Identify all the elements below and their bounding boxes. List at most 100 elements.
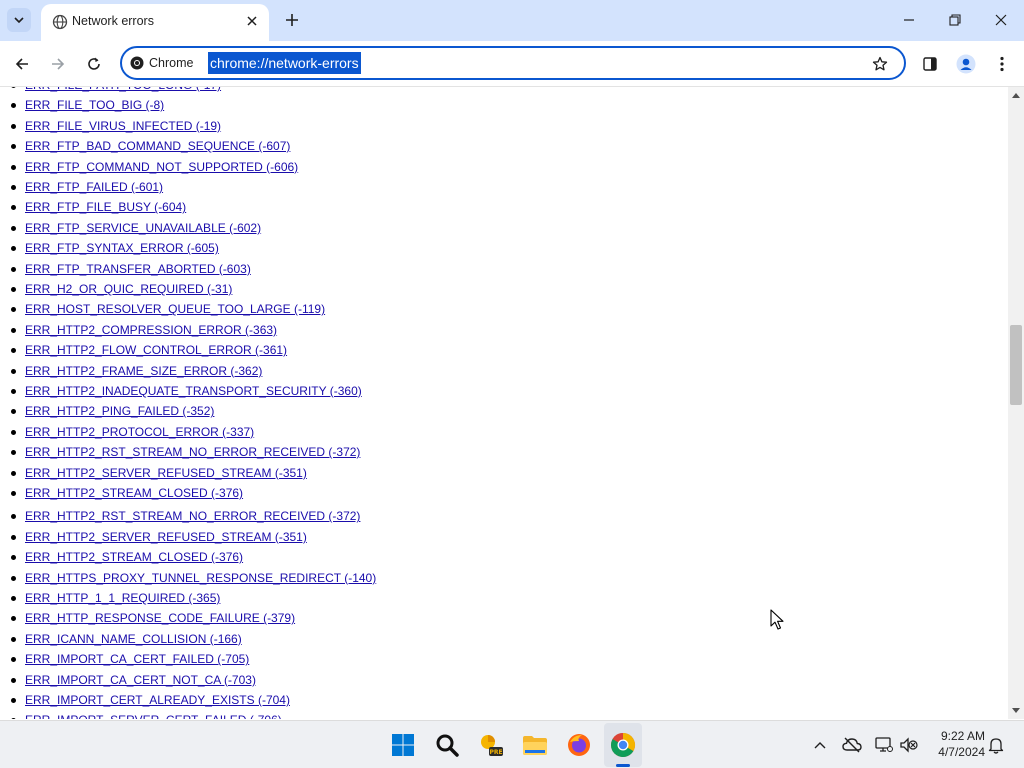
error-link[interactable]: ERR_FTP_FILE_BUSY (-604)	[25, 200, 186, 214]
error-link[interactable]: ERR_HOST_RESOLVER_QUEUE_TOO_LARGE (-119)	[25, 302, 325, 316]
bookmark-button[interactable]	[870, 54, 890, 74]
reload-button[interactable]	[81, 51, 107, 77]
error-list-item: ERR_ICANN_NAME_COLLISION (-166)	[11, 631, 242, 647]
network-button[interactable]	[874, 735, 894, 755]
error-list-item: ERR_HTTP2_INADEQUATE_TRANSPORT_SECURITY …	[11, 383, 362, 399]
file-explorer-button[interactable]	[520, 730, 550, 760]
close-icon	[247, 16, 257, 26]
error-link[interactable]: ERR_FILE_VIRUS_INFECTED (-19)	[25, 119, 221, 133]
profile-avatar-icon	[956, 54, 976, 74]
notifications-button[interactable]	[986, 735, 1006, 755]
tab-network-errors[interactable]: Network errors	[41, 4, 269, 41]
error-link[interactable]: ERR_HTTP2_PING_FAILED (-352)	[25, 404, 214, 418]
error-link[interactable]: ERR_HTTP2_STREAM_CLOSED (-376)	[25, 550, 243, 564]
caret-down-icon	[1012, 708, 1020, 713]
onedrive-button[interactable]	[842, 735, 862, 755]
error-link[interactable]: ERR_HTTP2_STREAM_CLOSED (-376)	[25, 486, 243, 500]
error-list-item: ERR_IMPORT_CA_CERT_FAILED (-705)	[10, 651, 249, 667]
taskbar: PRE 9:22 AM 4/7/2024	[0, 720, 1024, 768]
error-link[interactable]: ERR_FILE_PATH_TOO_LONG (-17)	[25, 87, 221, 92]
chrome-taskbar-button[interactable]	[608, 730, 638, 760]
restore-button[interactable]	[940, 6, 970, 34]
error-link[interactable]: ERR_HTTP2_SERVER_REFUSED_STREAM (-351)	[25, 466, 307, 480]
svg-text:PRE: PRE	[489, 749, 502, 756]
error-link[interactable]: ERR_FILE_TOO_BIG (-8)	[25, 98, 164, 112]
error-link[interactable]: ERR_HTTP2_INADEQUATE_TRANSPORT_SECURITY …	[25, 384, 362, 398]
error-list-item: ERR_FTP_COMMAND_NOT_SUPPORTED (-606)	[10, 159, 298, 175]
error-list-item: ERR_FTP_FILE_BUSY (-604)	[10, 199, 186, 215]
tab-close-button[interactable]	[243, 12, 261, 30]
error-list-item: ERR_H2_OR_QUIC_REQUIRED (-31)	[10, 281, 232, 297]
error-link[interactable]: ERR_FTP_TRANSFER_ABORTED (-603)	[25, 262, 251, 276]
site-chip-label: Chrome	[149, 56, 194, 70]
back-button[interactable]	[9, 51, 35, 77]
error-list-item: ERR_FILE_VIRUS_INFECTED (-19)	[10, 118, 221, 134]
firefox-icon	[568, 734, 590, 756]
error-link[interactable]: ERR_HTTP2_FRAME_SIZE_ERROR (-362)	[25, 364, 262, 378]
error-link[interactable]: ERR_HTTP2_FLOW_CONTROL_ERROR (-361)	[25, 343, 287, 357]
firefox-button[interactable]	[564, 730, 594, 760]
widgets-button[interactable]: PRE	[476, 730, 506, 760]
cloud-off-icon	[842, 737, 862, 753]
error-list-item: ERR_HOST_RESOLVER_QUEUE_TOO_LARGE (-119)	[10, 301, 325, 317]
error-link[interactable]: ERR_FTP_BAD_COMMAND_SEQUENCE (-607)	[25, 139, 290, 153]
active-app-indicator	[616, 764, 630, 767]
restore-icon	[949, 14, 961, 26]
error-link[interactable]: ERR_IMPORT_CERT_ALREADY_EXISTS (-704)	[25, 693, 290, 707]
error-link[interactable]: ERR_HTTP2_SERVER_REFUSED_STREAM (-351)	[25, 530, 307, 544]
address-bar[interactable]: Chrome chrome://network-errors	[120, 46, 906, 80]
windows-logo-icon	[392, 734, 414, 756]
search-icon	[436, 734, 459, 757]
volume-muted-icon	[900, 737, 918, 753]
error-link[interactable]: ERR_HTTP_1_1_REQUIRED (-365)	[25, 591, 220, 605]
forward-button[interactable]	[45, 51, 71, 77]
error-link[interactable]: ERR_IMPORT_CA_CERT_NOT_CA (-703)	[25, 673, 256, 687]
error-link[interactable]: ERR_FTP_SERVICE_UNAVAILABLE (-602)	[25, 221, 261, 235]
site-info-chip[interactable]: Chrome	[130, 54, 193, 72]
error-list-item: ERR_HTTP2_PROTOCOL_ERROR (-337)	[10, 424, 254, 440]
error-list-item: ERR_FTP_SYNTAX_ERROR (-605)	[11, 240, 219, 256]
minimize-button[interactable]	[894, 6, 924, 34]
error-link[interactable]: ERR_HTTP2_RST_STREAM_NO_ERROR_RECEIVED (…	[25, 509, 360, 523]
scroll-down-button[interactable]	[1008, 703, 1024, 719]
error-link[interactable]: ERR_HTTP2_COMPRESSION_ERROR (-363)	[25, 323, 277, 337]
scrollbar-thumb[interactable]	[1010, 325, 1022, 405]
toolbar: Chrome chrome://network-errors	[0, 41, 1024, 87]
error-list-item: ERR_HTTP2_FRAME_SIZE_ERROR (-362)	[10, 363, 262, 379]
error-list-item: ERR_FTP_BAD_COMMAND_SEQUENCE (-607)	[10, 138, 290, 154]
error-link[interactable]: ERR_IMPORT_CA_CERT_FAILED (-705)	[25, 652, 249, 666]
error-list-item: ERR_FILE_TOO_BIG (-8)	[10, 97, 164, 113]
side-panel-button[interactable]	[917, 51, 943, 77]
close-window-button[interactable]	[986, 6, 1016, 34]
error-link[interactable]: ERR_HTTP2_RST_STREAM_NO_ERROR_RECEIVED (…	[25, 445, 360, 459]
taskbar-clock[interactable]: 9:22 AM 4/7/2024	[927, 728, 985, 760]
tab-search-button[interactable]	[7, 8, 31, 32]
folder-icon	[523, 736, 547, 755]
error-link[interactable]: ERR_FTP_SYNTAX_ERROR (-605)	[25, 241, 219, 255]
error-link[interactable]: ERR_HTTP2_PROTOCOL_ERROR (-337)	[25, 425, 254, 439]
new-tab-button[interactable]	[281, 9, 303, 31]
url-text-selected[interactable]: chrome://network-errors	[208, 52, 361, 74]
error-link[interactable]: ERR_HTTP_RESPONSE_CODE_FAILURE (-379)	[25, 611, 295, 625]
taskbar-search-button[interactable]	[432, 730, 462, 760]
error-link[interactable]: ERR_FTP_FAILED (-601)	[25, 180, 163, 194]
show-hidden-icons-button[interactable]	[810, 735, 830, 755]
volume-button[interactable]	[899, 735, 919, 755]
error-link[interactable]: ERR_H2_OR_QUIC_REQUIRED (-31)	[25, 282, 232, 296]
error-link[interactable]: ERR_FTP_COMMAND_NOT_SUPPORTED (-606)	[25, 160, 298, 174]
windows-start-button[interactable]	[388, 730, 418, 760]
error-link[interactable]: ERR_ICANN_NAME_COLLISION (-166)	[25, 632, 242, 646]
error-list-item: ERR_IMPORT_CA_CERT_NOT_CA (-703)	[11, 672, 256, 688]
page-content: ERR_FILE_PATH_TOO_LONG (-17) ERR_FILE_TOO…	[0, 87, 1008, 719]
error-link[interactable]: ERR_IMPORT_SERVER_CERT_FAILED (-706)	[25, 713, 282, 719]
menu-button[interactable]	[989, 51, 1015, 77]
vertical-scrollbar[interactable]	[1008, 87, 1024, 719]
error-list-item: ERR_HTTP2_SERVER_REFUSED_STREAM (-351)	[11, 465, 307, 481]
arrow-left-icon	[15, 58, 28, 70]
profile-button[interactable]	[953, 51, 979, 77]
scroll-up-button[interactable]	[1008, 87, 1024, 103]
error-list-item: ERR_FTP_TRANSFER_ABORTED (-603)	[11, 261, 251, 277]
error-link[interactable]: ERR_HTTPS_PROXY_TUNNEL_RESPONSE_REDIRECT…	[25, 571, 376, 585]
star-icon	[872, 56, 888, 71]
error-list-item: ERR_FTP_FAILED (-601)	[10, 179, 163, 195]
